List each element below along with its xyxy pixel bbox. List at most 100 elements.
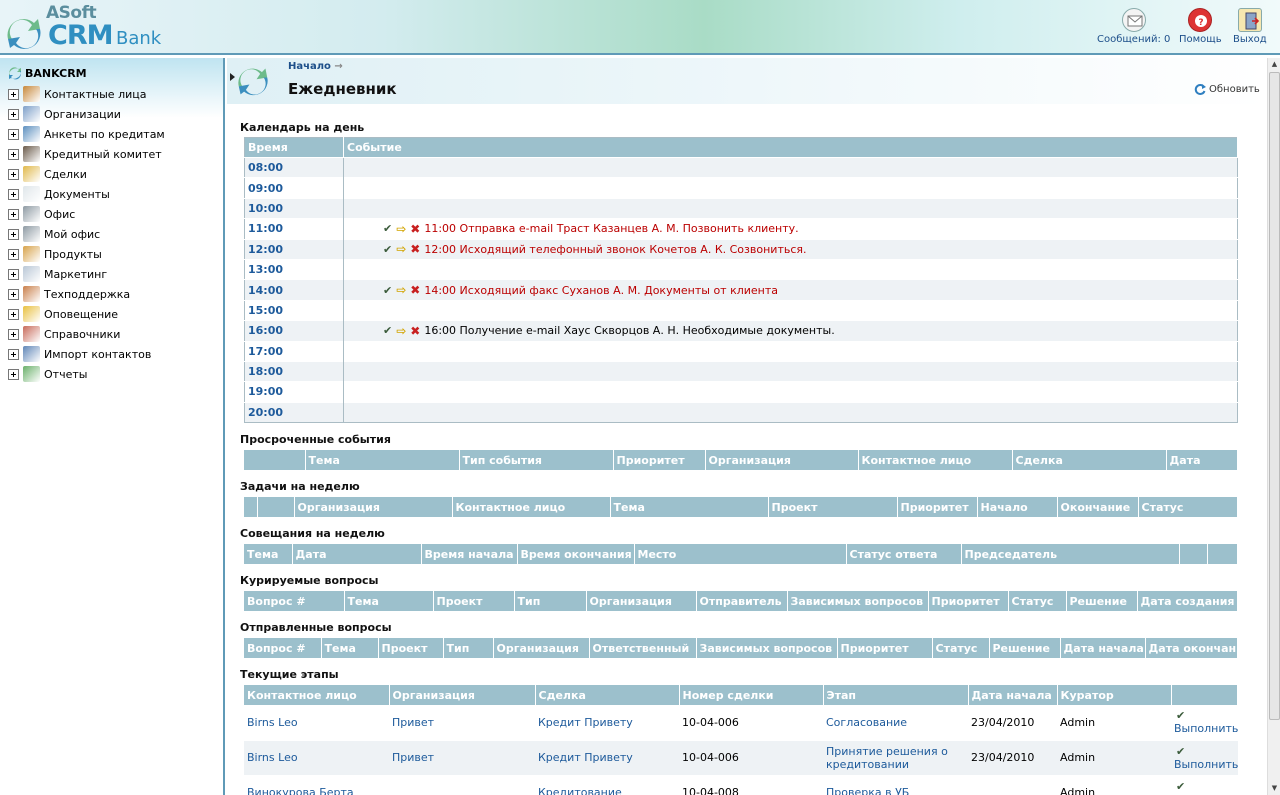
calendar-event-link[interactable]: 11:00 Отправка e-mail Траст Казанцев А. … <box>424 222 798 235</box>
messages-button[interactable]: Сообщений: 0 <box>1097 8 1170 45</box>
expand-plus-icon[interactable] <box>8 88 19 100</box>
supervised-col-header[interactable]: Тема <box>344 591 434 611</box>
collapse-arrow-icon[interactable] <box>230 73 235 81</box>
sent-col-header[interactable]: Дата окончания <box>1145 638 1238 658</box>
tasks-col-header[interactable] <box>257 497 295 517</box>
supervised-col-header[interactable]: Зависимых вопросов <box>787 591 929 611</box>
delete-x-icon[interactable]: ✖ <box>410 222 420 236</box>
sidebar-item[interactable]: Техподдержка <box>8 285 130 303</box>
sidebar-item[interactable]: Маркетинг <box>8 265 107 283</box>
overdue-col-header[interactable]: Сделка <box>1012 450 1167 470</box>
tasks-col-header[interactable]: Окончание <box>1057 497 1139 517</box>
calendar-time[interactable]: 16:00 <box>244 320 344 342</box>
sent-col-header[interactable]: Зависимых вопросов <box>696 638 838 658</box>
calendar-time[interactable]: 10:00 <box>244 197 344 219</box>
supervised-col-header[interactable]: Проект <box>433 591 515 611</box>
overdue-col-header[interactable]: Приоритет <box>613 450 706 470</box>
stages-cell-org[interactable]: Привет <box>389 740 535 776</box>
supervised-col-header[interactable]: Отправитель <box>696 591 788 611</box>
supervised-col-header[interactable]: Статус <box>1008 591 1067 611</box>
calendar-time[interactable]: 19:00 <box>244 381 344 403</box>
sent-col-header[interactable]: Статус <box>932 638 990 658</box>
vertical-scrollbar[interactable]: ▲ ▼ <box>1267 58 1280 795</box>
stages-contact-text[interactable]: Винокурова Берта <box>247 786 354 795</box>
stages-cell-org[interactable]: Привет <box>389 705 535 741</box>
stages-cell-stage[interactable]: Принятие решения о кредитовании <box>823 740 968 776</box>
sent-col-header[interactable]: Тема <box>321 638 379 658</box>
forward-arrow-icon[interactable]: ⇨ <box>396 222 406 236</box>
execute-check-icon[interactable]: ✔ <box>1174 745 1185 758</box>
sidebar-item[interactable]: Продукты <box>8 245 102 263</box>
expand-plus-icon[interactable] <box>8 248 19 260</box>
breadcrumb-home-link[interactable]: Начало <box>288 61 331 72</box>
sent-col-header[interactable]: Организация <box>493 638 590 658</box>
meetings-col-header[interactable]: Председатель <box>961 544 1180 564</box>
expand-plus-icon[interactable] <box>8 208 19 220</box>
overdue-col-header[interactable]: Дата <box>1166 450 1238 470</box>
sent-col-header[interactable]: Решение <box>989 638 1061 658</box>
stages-contact-text[interactable]: Birns Leo <box>247 751 298 764</box>
overdue-col-header[interactable]: Тема <box>305 450 460 470</box>
stages-cell-deal[interactable]: Кредит Привету <box>535 705 679 741</box>
stages-deal-text[interactable]: Кредитование <box>538 786 622 795</box>
tasks-col-header[interactable]: Начало <box>977 497 1058 517</box>
meetings-col-header[interactable]: Статус ответа <box>846 544 962 564</box>
stages-org-text[interactable]: Привет <box>392 751 434 764</box>
forward-arrow-icon[interactable]: ⇨ <box>396 324 406 338</box>
sidebar-item[interactable]: Офис <box>8 205 75 223</box>
supervised-col-header[interactable]: Тип <box>514 591 587 611</box>
forward-arrow-icon[interactable]: ⇨ <box>396 242 406 256</box>
tasks-col-header[interactable]: Приоритет <box>897 497 978 517</box>
expand-plus-icon[interactable] <box>8 228 19 240</box>
supervised-col-header[interactable]: Дата создания <box>1137 591 1238 611</box>
stages-cell-stage[interactable]: Проверка в УБ <box>823 775 968 795</box>
execute-cell[interactable]: ✔Выполнить <box>1171 740 1238 776</box>
stages-stage-text[interactable]: Согласование <box>826 716 907 729</box>
calendar-time[interactable]: 20:00 <box>244 401 344 423</box>
complete-check-icon[interactable]: ✔ <box>383 222 392 235</box>
sent-col-header[interactable]: Приоритет <box>837 638 933 658</box>
calendar-event-link[interactable]: 12:00 Исходящий телефонный звонок Кочето… <box>424 243 806 256</box>
meetings-col-header[interactable]: Дата <box>292 544 422 564</box>
supervised-col-header[interactable]: Приоритет <box>928 591 1009 611</box>
stages-cell-contact[interactable]: Винокурова Берта <box>244 775 389 795</box>
supervised-col-header[interactable]: Решение <box>1066 591 1138 611</box>
sidebar-item[interactable]: Оповещение <box>8 305 118 323</box>
stages-org-text[interactable]: Привет <box>392 716 434 729</box>
sent-col-header[interactable]: Ответственный <box>589 638 697 658</box>
calendar-time[interactable]: 08:00 <box>244 156 344 178</box>
expand-plus-icon[interactable] <box>8 368 19 380</box>
calendar-time[interactable]: 12:00 <box>244 238 344 260</box>
stages-cell-org[interactable] <box>389 775 535 795</box>
execute-check-icon[interactable]: ✔ <box>1174 709 1185 722</box>
execute-cell[interactable]: ✔Выполнить <box>1171 705 1238 741</box>
expand-plus-icon[interactable] <box>8 288 19 300</box>
stages-col-header[interactable]: Сделка <box>535 685 680 705</box>
stages-cell-deal[interactable]: Кредитование <box>535 775 679 795</box>
delete-x-icon[interactable]: ✖ <box>410 324 420 338</box>
meetings-col-header[interactable]: Тема <box>244 544 293 564</box>
sent-col-header[interactable]: Дата начала <box>1060 638 1146 658</box>
calendar-col-event[interactable]: Событие <box>343 137 1238 158</box>
sidebar-item[interactable]: Документы <box>8 185 110 203</box>
calendar-time[interactable]: 11:00 <box>244 218 344 240</box>
tasks-col-header[interactable] <box>244 497 258 517</box>
calendar-time[interactable]: 18:00 <box>244 360 344 382</box>
calendar-time[interactable]: 13:00 <box>244 258 344 280</box>
supervised-col-header[interactable]: Организация <box>586 591 697 611</box>
complete-check-icon[interactable]: ✔ <box>383 324 392 337</box>
expand-plus-icon[interactable] <box>8 188 19 200</box>
app-logo[interactable]: ASoft CRM Bank <box>6 3 166 51</box>
sidebar-item[interactable]: Кредитный комитет <box>8 145 162 163</box>
stages-col-header[interactable]: Организация <box>389 685 536 705</box>
stages-stage-text[interactable]: Проверка в УБ <box>826 786 909 795</box>
stages-cell-contact[interactable]: Birns Leo <box>244 705 389 741</box>
stages-stage-text[interactable]: Принятие решения о кредитовании <box>826 745 948 771</box>
calendar-col-time[interactable]: Время <box>244 137 344 158</box>
tasks-col-header[interactable]: Статус <box>1138 497 1238 517</box>
execute-cell[interactable]: ✔Выполнить <box>1171 775 1238 795</box>
delete-x-icon[interactable]: ✖ <box>410 242 420 256</box>
stages-deal-text[interactable]: Кредит Привету <box>538 716 633 729</box>
sidebar-item[interactable]: Отчеты <box>8 365 87 383</box>
overdue-col-header[interactable]: Контактное лицо <box>858 450 1013 470</box>
